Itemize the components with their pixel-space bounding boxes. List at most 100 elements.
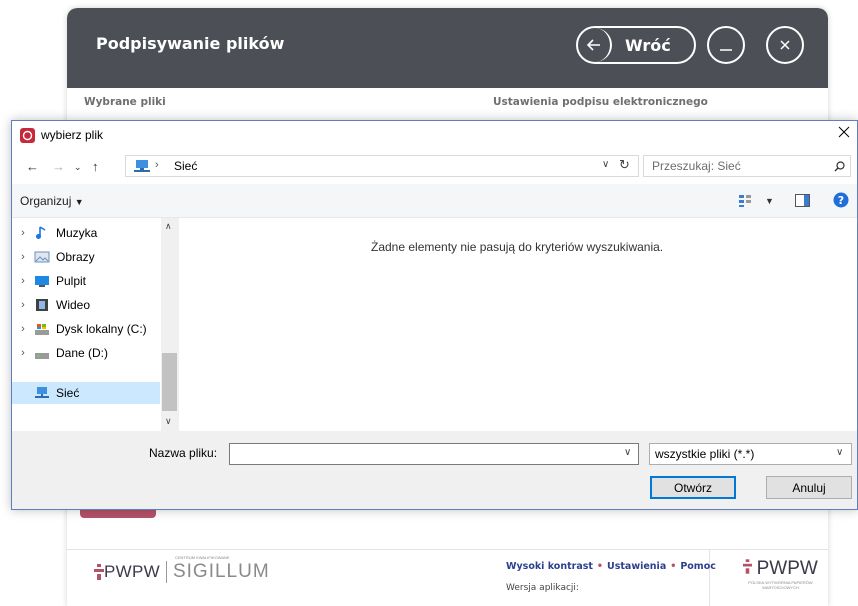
chevron-right-icon[interactable]: › xyxy=(12,299,34,311)
footer-divider xyxy=(67,549,828,550)
empty-results-message: Żadne elementy nie pasują do kryteriów w… xyxy=(371,240,664,254)
footer-links: Wysoki kontrast • Ustawienia • Pomoc xyxy=(506,561,716,572)
address-bar-row: ← → ⌄ ↑ › Sieć ∨ ↻ Przeszukaj: Sieć xyxy=(12,150,857,184)
video-icon xyxy=(36,299,48,311)
link-separator: • xyxy=(670,561,677,572)
refresh-icon[interactable]: ↻ xyxy=(619,157,630,173)
tree-item-label: Dysk lokalny (C:) xyxy=(56,322,147,336)
navigation-pane: › Muzyka › Obrazy › Pulpit › Wideo › Dys… xyxy=(12,218,179,431)
open-button[interactable]: Otwórz xyxy=(650,476,736,499)
back-arrow-icon[interactable]: ← xyxy=(26,159,39,174)
filename-dropdown-icon[interactable]: ∨ xyxy=(624,447,631,458)
pwpw-mark-icon xyxy=(94,564,104,580)
filename-label: Nazwa pliku: xyxy=(149,446,218,460)
scroll-down-icon[interactable]: ∨ xyxy=(165,416,172,427)
network-icon xyxy=(35,387,49,398)
dialog-toolbar: Organizuj ▼ ▼ ? xyxy=(12,184,857,218)
pwpw-sigillum-logo: PWPW CENTRUM KWALIFIKOWANE SIGILLUM xyxy=(94,555,270,583)
arrow-left-icon xyxy=(578,28,612,62)
close-icon xyxy=(780,40,790,50)
network-icon xyxy=(134,160,150,172)
app-header: Podpisywanie plików Wróć xyxy=(67,8,828,88)
cancel-button[interactable]: Anuluj xyxy=(766,476,852,499)
filetype-select[interactable]: wszystkie pliki (*.*) ∨ xyxy=(649,443,852,465)
chevron-right-icon[interactable]: › xyxy=(12,275,34,287)
pictures-icon xyxy=(34,251,50,263)
view-options-icon xyxy=(739,195,751,207)
app-version: Wersja aplikacji: xyxy=(506,583,579,593)
back-button-label: Wróć xyxy=(625,35,671,55)
forward-arrow-icon[interactable]: → xyxy=(52,159,65,174)
music-icon xyxy=(36,226,46,239)
search-field[interactable]: Przeszukaj: Sieć xyxy=(643,155,851,177)
drive-icon xyxy=(35,353,49,359)
filename-input[interactable]: ∨ xyxy=(229,443,639,465)
svg-text:?: ? xyxy=(838,194,844,207)
logo-pwpw-text: PWPW xyxy=(756,558,818,579)
app-title: Podpisywanie plików xyxy=(96,34,285,53)
tree-item-video[interactable]: › Wideo xyxy=(12,294,162,316)
chevron-right-icon[interactable]: › xyxy=(12,323,34,335)
logo-sigillum-text: SIGILLUM xyxy=(172,561,270,582)
link-separator: • xyxy=(596,561,603,572)
tree-item-label: Pulpit xyxy=(56,274,87,288)
help-icon: ? xyxy=(833,192,849,208)
tree-item-desktop[interactable]: › Pulpit xyxy=(12,270,162,292)
address-dropdown-icon[interactable]: ∨ xyxy=(602,159,609,170)
minimize-icon xyxy=(720,49,732,51)
logo-pwpw-text: PWPW xyxy=(104,562,160,581)
high-contrast-link[interactable]: Wysoki kontrast xyxy=(506,561,593,572)
drive-icon xyxy=(35,324,49,335)
tree-item-data-disk[interactable]: › Dane (D:) xyxy=(12,342,162,364)
view-dropdown-icon[interactable]: ▼ xyxy=(765,196,774,206)
chevron-down-icon: ∨ xyxy=(836,447,844,458)
logo-separator xyxy=(165,561,167,583)
search-placeholder: Przeszukaj: Sieć xyxy=(652,159,741,173)
settings-link[interactable]: Ustawienia xyxy=(607,561,666,572)
nav-scrollbar-thumb[interactable] xyxy=(162,353,177,411)
tree-item-network[interactable]: Sieć xyxy=(12,382,160,404)
organize-label: Organizuj xyxy=(20,194,72,208)
back-button[interactable]: Wróć xyxy=(576,26,696,64)
filetype-value: wszystkie pliki (*.*) xyxy=(655,447,755,461)
dialog-close-button[interactable] xyxy=(838,125,850,143)
app-icon xyxy=(20,128,35,143)
tree-item-pictures[interactable]: › Obrazy xyxy=(12,246,162,268)
minimize-button[interactable] xyxy=(707,26,745,64)
address-field[interactable]: › Sieć ∨ ↻ xyxy=(125,155,639,177)
scroll-up-icon[interactable]: ∧ xyxy=(165,221,172,232)
desktop-icon xyxy=(35,276,49,287)
chevron-right-icon[interactable]: › xyxy=(12,251,34,263)
recent-dropdown-icon[interactable]: ⌄ xyxy=(74,162,82,173)
preview-pane-icon xyxy=(795,194,810,207)
help-link[interactable]: Pomoc xyxy=(680,561,716,572)
file-open-dialog: wybierz plik ← → ⌄ ↑ › Sieć ∨ ↻ Przeszuk… xyxy=(11,120,858,510)
tree-item-music[interactable]: › Muzyka xyxy=(12,222,162,244)
logo-pwpw-caption: POLSKA WYTWÓRNIA PAPIERÓW WARTOŚCIOWYCH xyxy=(748,580,813,590)
tree-item-label: Wideo xyxy=(56,298,91,312)
footer-vertical-divider xyxy=(709,549,710,606)
pwpw-logo: PWPW POLSKA WYTWÓRNIA PAPIERÓW WARTOŚCIO… xyxy=(733,558,828,590)
open-button-label: Otwórz xyxy=(673,480,712,495)
tree-item-label: Sieć xyxy=(56,386,80,400)
dialog-title: wybierz plik xyxy=(41,128,104,142)
selected-files-heading: Wybrane pliki xyxy=(84,96,166,108)
close-app-button[interactable] xyxy=(766,26,804,64)
breadcrumb-chevron-icon: › xyxy=(155,159,159,171)
tree-item-label: Dane (D:) xyxy=(56,346,109,360)
address-path: Sieć xyxy=(174,159,198,173)
search-icon xyxy=(834,161,845,172)
tree-item-local-disk[interactable]: › Dysk lokalny (C:) xyxy=(12,318,162,340)
cancel-button-label: Anuluj xyxy=(792,480,826,495)
tree-item-label: Obrazy xyxy=(56,250,95,264)
logo-sigillum-caption: CENTRUM KWALIFIKOWANE xyxy=(174,555,230,560)
chevron-down-icon: ▼ xyxy=(74,197,84,207)
pwpw-mark-icon xyxy=(743,559,753,574)
close-icon xyxy=(838,126,850,138)
chevron-right-icon[interactable]: › xyxy=(12,347,34,359)
chevron-right-icon[interactable]: › xyxy=(12,227,34,239)
organize-menu[interactable]: Organizuj ▼ xyxy=(20,194,84,208)
signature-settings-heading: Ustawienia podpisu elektronicznego xyxy=(493,96,708,108)
up-arrow-icon[interactable]: ↑ xyxy=(92,159,99,174)
dialog-bottom-bar: Nazwa pliku: ∨ wszystkie pliki (*.*) ∨ O… xyxy=(12,431,857,509)
